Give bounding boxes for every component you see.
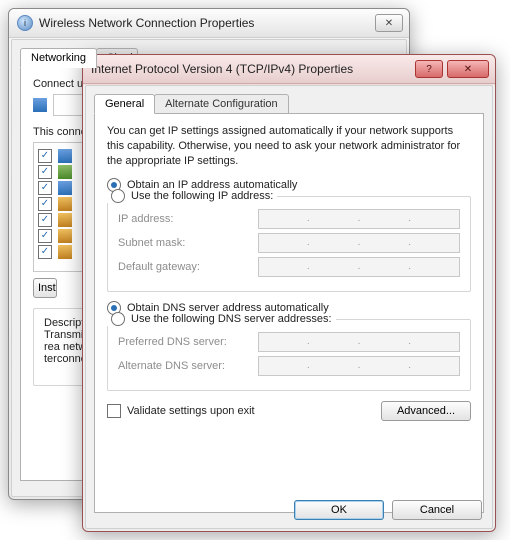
checkbox[interactable] [107, 404, 121, 418]
radio-label: Use the following IP address: [131, 190, 273, 202]
close-button[interactable]: ✕ [447, 60, 489, 78]
dns-manual-group: Use the following DNS server addresses: … [107, 319, 471, 391]
radio-label: Use the following DNS server addresses: [131, 313, 332, 325]
tab-general[interactable]: General [94, 94, 155, 114]
alternate-dns-field: ... [258, 356, 460, 376]
window-title: Wireless Network Connection Properties [39, 16, 371, 30]
radio-icon [111, 189, 125, 203]
ip-address-field: ... [258, 209, 460, 229]
subnet-mask-label: Subnet mask: [118, 237, 258, 249]
titlebar[interactable]: i Wireless Network Connection Properties… [9, 9, 409, 38]
component-icon [58, 149, 72, 163]
intro-text: You can get IP settings assigned automat… [107, 124, 471, 169]
close-button[interactable]: ✕ [375, 14, 403, 32]
ip-manual-group: Use the following IP address: IP address… [107, 196, 471, 292]
validate-checkbox-row[interactable]: Validate settings upon exit [107, 404, 255, 418]
tabstrip: General Alternate Configuration [94, 94, 484, 113]
validate-label: Validate settings upon exit [127, 405, 255, 417]
dialog-buttons: OK Cancel [294, 500, 482, 520]
adapter-icon [33, 98, 47, 112]
tab-panel-general: You can get IP settings assigned automat… [94, 113, 484, 513]
ipv4-properties-window: Internet Protocol Version 4 (TCP/IPv4) P… [82, 54, 496, 532]
titlebar[interactable]: Internet Protocol Version 4 (TCP/IPv4) P… [83, 55, 495, 84]
subnet-mask-field: ... [258, 233, 460, 253]
radio-icon [111, 312, 125, 326]
component-icon [58, 165, 72, 179]
radio-ip-manual[interactable]: Use the following IP address: [107, 189, 277, 203]
app-icon: i [17, 15, 33, 31]
window-title: Internet Protocol Version 4 (TCP/IPv4) P… [91, 62, 411, 76]
component-icon [58, 213, 72, 227]
component-icon [58, 229, 72, 243]
preferred-dns-field: ... [258, 332, 460, 352]
checkbox[interactable] [38, 149, 52, 163]
tab-networking[interactable]: Networking [20, 48, 97, 68]
ip-address-label: IP address: [118, 213, 258, 225]
radio-dns-manual[interactable]: Use the following DNS server addresses: [107, 312, 336, 326]
checkbox[interactable] [38, 213, 52, 227]
gateway-label: Default gateway: [118, 261, 258, 273]
client-area: General Alternate Configuration You can … [85, 85, 493, 529]
help-button[interactable]: ? [415, 60, 443, 78]
cancel-button[interactable]: Cancel [392, 500, 482, 520]
checkbox[interactable] [38, 245, 52, 259]
alternate-dns-label: Alternate DNS server: [118, 360, 258, 372]
ok-button[interactable]: OK [294, 500, 384, 520]
checkbox[interactable] [38, 181, 52, 195]
checkbox[interactable] [38, 229, 52, 243]
tab-alternate[interactable]: Alternate Configuration [154, 94, 289, 113]
checkbox[interactable] [38, 197, 52, 211]
advanced-button[interactable]: Advanced... [381, 401, 471, 421]
component-icon [58, 197, 72, 211]
component-icon [58, 181, 72, 195]
checkbox[interactable] [38, 165, 52, 179]
gateway-field: ... [258, 257, 460, 277]
component-icon [58, 245, 72, 259]
install-button[interactable]: Install... [33, 278, 57, 298]
preferred-dns-label: Preferred DNS server: [118, 336, 258, 348]
